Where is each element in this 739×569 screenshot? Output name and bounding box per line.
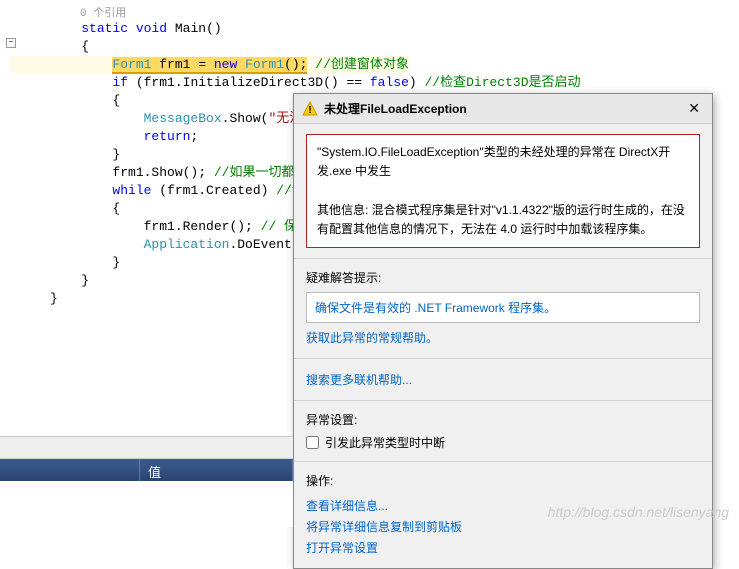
grid-col2[interactable]: 值: [140, 459, 293, 481]
dialog-titlebar: ! 未处理FileLoadException ✕: [294, 94, 712, 124]
grid-header: 值: [0, 459, 293, 481]
search-section: 搜索更多联机帮助...: [294, 359, 712, 401]
break-checkbox-label: 引发此异常类型时中断: [325, 434, 445, 451]
suggestions-label: 疑难解答提示:: [306, 269, 700, 286]
exception-settings-label: 异常设置:: [306, 411, 700, 428]
suggestion-link[interactable]: 确保文件是有效的 .NET Framework 程序集。: [315, 297, 691, 318]
tab-bar[interactable]: [0, 437, 293, 459]
help-link[interactable]: 获取此异常的常规帮助。: [306, 327, 700, 348]
collapse-icon[interactable]: −: [6, 38, 16, 48]
exception-settings-section: 异常设置: 引发此异常类型时中断: [294, 401, 712, 462]
code-line: static void Main(): [10, 20, 739, 38]
close-button[interactable]: ✕: [684, 100, 704, 117]
break-checkbox[interactable]: [306, 436, 319, 449]
suggestion-box: 确保文件是有效的 .NET Framework 程序集。: [306, 292, 700, 323]
bottom-panel: 值: [0, 436, 293, 526]
suggestions-section: 疑难解答提示: 确保文件是有效的 .NET Framework 程序集。 获取此…: [294, 259, 712, 359]
code-line: if (frm1.InitializeDirect3D() == false) …: [10, 74, 739, 92]
search-help-link[interactable]: 搜索更多联机帮助...: [306, 369, 700, 390]
error-section: "System.IO.FileLoadException"类型的未经处理的异常在…: [294, 124, 712, 259]
grid-col1[interactable]: [0, 459, 140, 481]
grid-body[interactable]: [0, 481, 293, 527]
watermark: http://blog.csdn.net/lisenyang: [548, 504, 729, 520]
dialog-title-text: 未处理FileLoadException: [324, 100, 684, 117]
actions-label: 操作:: [306, 472, 700, 489]
reference-count[interactable]: 0 个引用: [10, 4, 739, 20]
highlighted-line: Form1 frm1 = new Form1(); //创建窗体对象: [10, 56, 409, 74]
svg-text:!: !: [308, 105, 311, 116]
open-settings-link[interactable]: 打开异常设置: [306, 537, 700, 558]
exception-dialog: ! 未处理FileLoadException ✕ "System.IO.File…: [293, 93, 713, 569]
code-line: {: [10, 38, 739, 56]
error-message: "System.IO.FileLoadException"类型的未经处理的异常在…: [306, 134, 700, 248]
warning-icon: !: [302, 101, 318, 117]
